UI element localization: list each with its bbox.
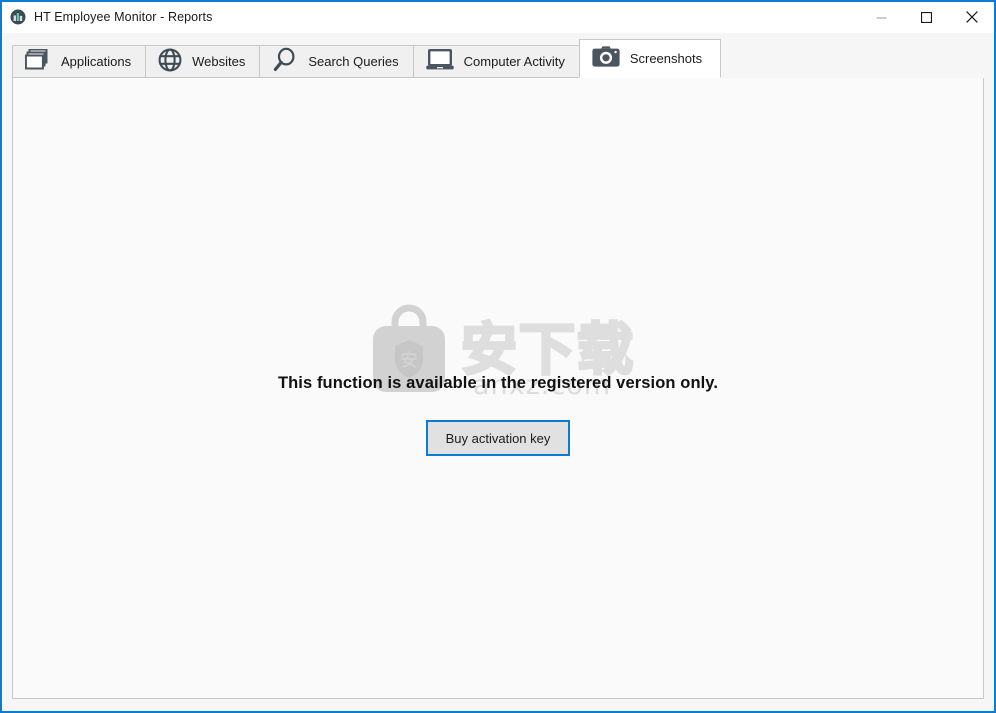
tab-applications-label: Applications: [61, 54, 132, 69]
app-chart-icon: [10, 9, 26, 25]
minimize-button[interactable]: [859, 2, 904, 32]
app-window: HT Employee Monitor - Reports Applicatio…: [0, 0, 996, 713]
windows-stack-icon: [24, 48, 51, 74]
screenshots-panel: 安 安下载 anxz.com This function is availabl…: [12, 78, 984, 699]
tab-computer-activity-label: Computer Activity: [463, 54, 565, 69]
laptop-icon: [425, 49, 454, 74]
minimize-icon: [876, 17, 887, 18]
content-area-wrapper: 安 安下载 anxz.com This function is availabl…: [2, 78, 994, 711]
tab-websites[interactable]: Websites: [145, 45, 260, 78]
title-bar: HT Employee Monitor - Reports: [2, 2, 994, 33]
tab-computer-activity[interactable]: Computer Activity: [412, 45, 580, 78]
tab-search-queries[interactable]: Search Queries: [259, 45, 413, 78]
watermark-chinese-text: 安下载: [460, 317, 635, 383]
tab-screenshots[interactable]: Screenshots: [578, 39, 722, 78]
tab-strip: Applications Websites Search Queries Com…: [12, 39, 984, 78]
unregistered-notice-block: This function is available in the regist…: [13, 374, 983, 456]
close-button[interactable]: [949, 2, 994, 32]
window-title: HT Employee Monitor - Reports: [34, 10, 213, 24]
tab-applications[interactable]: Applications: [12, 45, 146, 78]
globe-icon: [158, 48, 182, 75]
tab-strip-area: Applications Websites Search Queries Com…: [2, 33, 994, 78]
buy-activation-key-button[interactable]: Buy activation key: [425, 420, 571, 456]
maximize-icon: [921, 11, 932, 23]
tab-websites-label: Websites: [192, 54, 246, 69]
camera-icon: [592, 45, 620, 72]
unregistered-notice-text: This function is available in the regist…: [277, 374, 719, 392]
tab-screenshots-label: Screenshots: [629, 51, 703, 66]
maximize-button[interactable]: [904, 2, 949, 32]
window-controls: [859, 2, 994, 32]
tab-search-queries-label: Search Queries: [308, 54, 399, 69]
svg-text:安: 安: [401, 350, 418, 371]
close-icon: [965, 11, 978, 23]
magnifier-icon: [272, 47, 298, 76]
